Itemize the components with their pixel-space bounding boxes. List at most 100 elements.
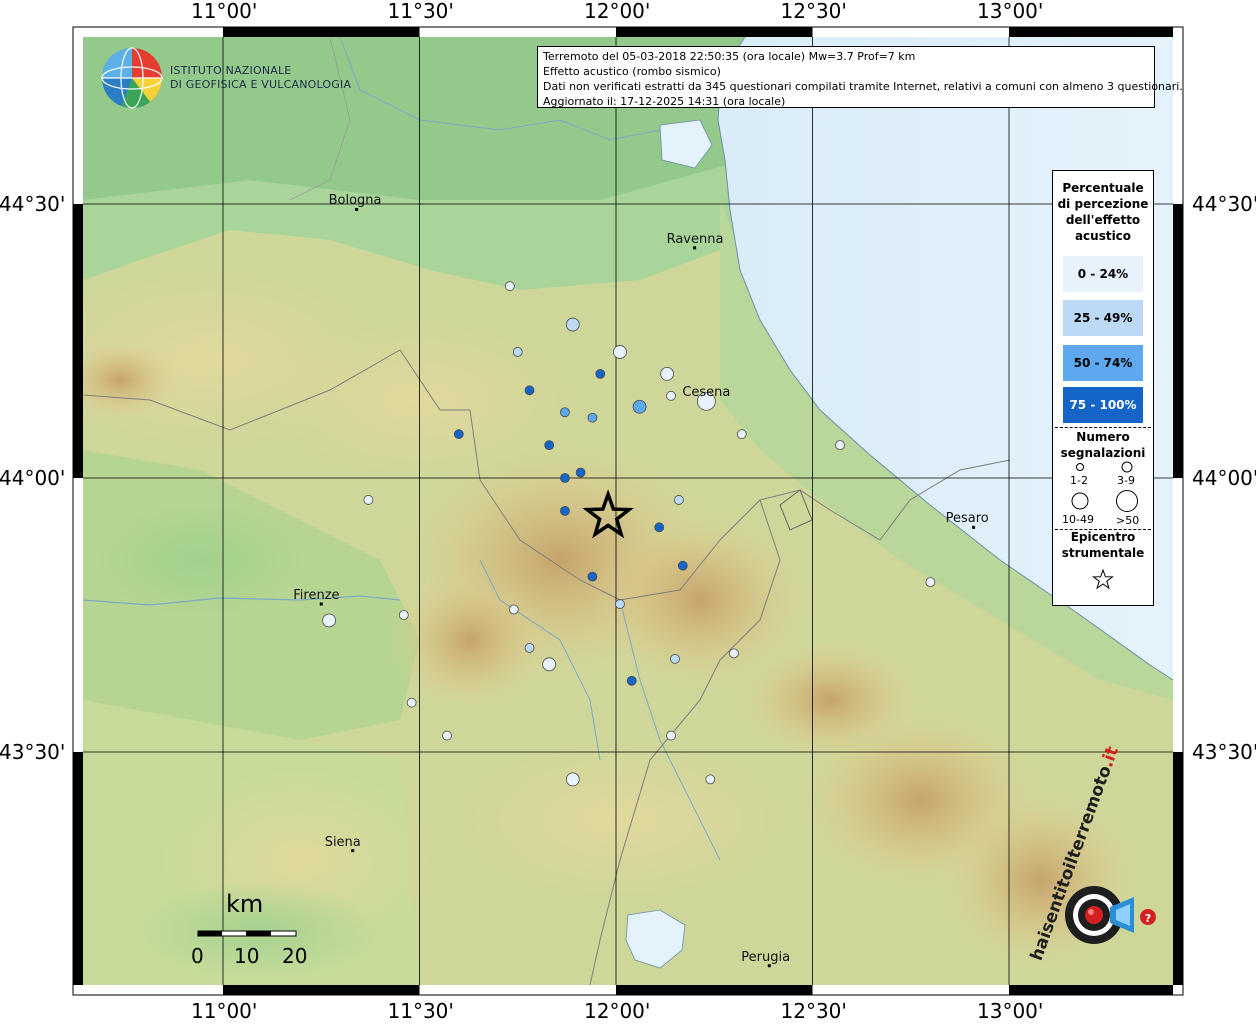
station-marker [565,317,580,332]
frame-tick [1173,204,1183,478]
station-marker [587,412,598,423]
scale-label-20: 20 [282,944,308,968]
city-label: Cesena [682,385,731,401]
legend-star-icon [1092,568,1114,590]
frame-tick [1009,985,1173,995]
frame-tick [73,204,83,478]
frame-tick [73,752,83,985]
legend-title-line: acustico [1074,229,1132,243]
legend-count-title-line: Numero [1076,430,1130,444]
event-info-line2: Effetto acustico (rombo sismico) [543,65,721,78]
station-marker [660,366,674,381]
city-label: Pesaro [945,511,989,527]
frame-tick [223,985,420,995]
station-marker [504,281,515,292]
lon-tick-label: 12°30' [780,0,847,23]
legend-count-1-2: 1-2 [1070,474,1088,487]
station-marker [565,772,580,787]
station-marker [666,390,676,401]
svg-text:?: ? [1145,912,1151,925]
legend-epi-title-line: Epicentro [1070,530,1136,544]
frame-tick [1173,752,1183,985]
station-marker [670,653,680,664]
lat-tick-label: 44°00' [1192,466,1256,490]
station-marker [925,577,936,588]
frame-tick [616,985,813,995]
station-marker [595,368,606,379]
legend-title-line: di percezione [1057,197,1149,211]
station-marker [613,345,627,359]
legend-title: Percentuale di percezione dell'effetto a… [1053,180,1153,244]
ingv-logo-text: ISTITUTO NAZIONALE DI GEOFISICA E VULCAN… [170,64,351,92]
city-label: Perugia [741,949,791,965]
legend-title-line: dell'effetto [1065,213,1141,227]
lon-tick-label: 11°00' [191,0,258,23]
map-terrain [83,37,1173,985]
station-marker [544,440,555,451]
legend-epi-title-line: strumentale [1061,546,1145,560]
station-marker [508,604,519,615]
station-marker [560,505,570,516]
station-marker [560,407,570,418]
station-marker [729,648,739,659]
legend-title-line: Percentuale [1062,181,1144,195]
station-marker [560,473,570,483]
legend-count-gt50: >50 [1116,514,1140,527]
frame-tick [1009,27,1173,37]
station-marker [542,657,557,672]
scale-bar [197,930,297,937]
lat-tick-label: 44°00' [0,466,66,490]
station-marker [736,429,747,440]
legend-class-50-74: 50 - 74% [1063,345,1143,381]
ingv-logo-line1: ISTITUTO NAZIONALE [170,64,292,77]
legend-class-25-49: 25 - 49% [1063,300,1143,336]
event-info-line4: Aggiornato il: 17-12-2025 14:31 (ora loc… [543,95,786,108]
legend: Percentuale di percezione dell'effetto a… [1052,170,1154,606]
city-label: Siena [324,834,361,850]
legend-epi-title: Epicentro strumentale [1053,529,1153,561]
station-marker [666,730,676,741]
station-marker [587,571,598,582]
station-marker [705,774,716,785]
lon-tick-label: 12°00' [584,0,651,23]
station-marker [442,730,452,741]
legend-class-0-24: 0 - 24% [1063,256,1143,292]
city-label: Ravenna [666,231,724,247]
lat-tick-label: 43°30' [1192,740,1256,764]
station-marker [626,675,637,686]
city-label: Firenze [293,588,340,604]
station-marker [654,522,665,533]
legend-class-75-100: 75 - 100% [1063,387,1143,423]
event-info-line1: Terremoto del 05-03-2018 22:50:35 (ora l… [543,50,916,63]
lon-tick-label: 11°30' [387,0,454,23]
city-label: Bologna [328,193,382,209]
lon-tick-label: 13°00' [977,0,1044,23]
lon-tick-label: 11°30' [387,999,454,1023]
station-marker [615,599,625,609]
event-info-box: Terremoto del 05-03-2018 22:50:35 (ora l… [537,46,1183,108]
frame-tick [616,27,813,37]
scale-label-10: 10 [234,944,260,968]
lon-tick-label: 12°00' [584,999,651,1023]
legend-count-10-49: 10-49 [1062,513,1094,526]
ingv-logo-icon [101,47,163,109]
scale-unit: km [226,890,264,918]
lat-tick-label: 43°30' [0,740,66,764]
station-marker [322,613,337,628]
map-stage: ? haisentitoilterremoto.it 11°00' 11°00' 1… [0,0,1256,1024]
ingv-logo-line2: DI GEOFISICA E VULCANOLOGIA [170,78,352,91]
station-marker [632,399,647,414]
lat-tick-label: 44°30' [0,192,66,216]
lon-tick-label: 11°00' [191,999,258,1023]
station-marker [398,610,409,620]
station-marker [512,347,523,357]
lon-tick-label: 13°00' [977,999,1044,1023]
frame-tick [223,27,420,37]
station-marker [575,467,586,478]
lon-tick-label: 12°30' [780,999,847,1023]
station-marker [524,642,535,653]
event-info-line3: Dati non verificati estratti da 345 ques… [543,80,1183,93]
legend-count-3-9: 3-9 [1117,474,1135,487]
station-marker [524,385,535,396]
station-marker [835,440,845,451]
